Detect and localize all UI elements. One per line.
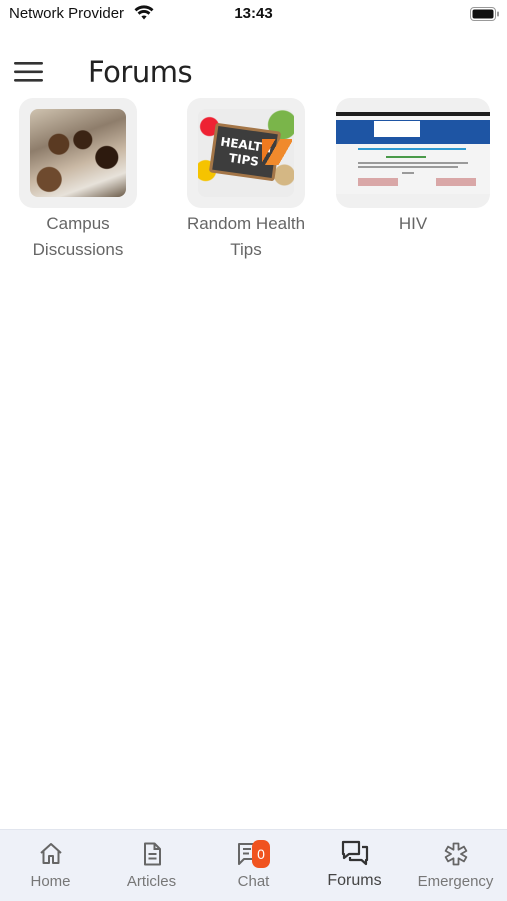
forum-tile-random-health-tips[interactable]: HEALTH TIPS Random Health Tips [168,98,324,263]
nav-forums[interactable]: Forums [304,830,405,901]
forum-icon [341,839,369,872]
forum-thumbnail[interactable] [336,98,490,208]
document-icon [139,841,165,872]
bottom-navigation: Home Articles Chat 0 Forums Emergency [0,829,507,901]
hamburger-menu-icon[interactable] [14,61,44,83]
forum-label: Random Health Tips [186,214,306,259]
home-icon [38,841,64,872]
chat-unread-badge: 0 [252,840,270,868]
nav-home[interactable]: Home [0,830,101,901]
health-tips-photo: HEALTH TIPS [198,109,294,197]
nav-label: Forums [327,872,382,889]
forum-tile-hiv[interactable]: HIV [335,98,491,237]
app-header: Forums [0,48,507,98]
status-time: 13:43 [234,5,273,22]
hiv-webpage-screenshot [336,112,490,194]
page-title: Forums [88,55,193,89]
forum-tile-campus-discussions[interactable]: Campus Discussions [0,98,156,263]
forum-thumbnail[interactable] [19,98,137,208]
forum-label: Campus Discussions [32,214,124,259]
emergency-icon [443,841,469,872]
nav-label: Emergency [417,873,494,890]
battery-icon [470,7,500,26]
students-photo [30,109,126,197]
forum-thumbnail[interactable]: HEALTH TIPS [187,98,305,208]
nav-label: Chat [237,873,270,890]
nav-articles[interactable]: Articles [101,830,202,901]
forum-label: HIV [398,214,428,233]
nav-label: Articles [126,873,177,890]
nav-label: Home [30,873,71,890]
carrots-image [262,139,292,165]
nav-emergency[interactable]: Emergency [405,830,506,901]
status-bar: Network Provider 13:43 [0,0,507,30]
